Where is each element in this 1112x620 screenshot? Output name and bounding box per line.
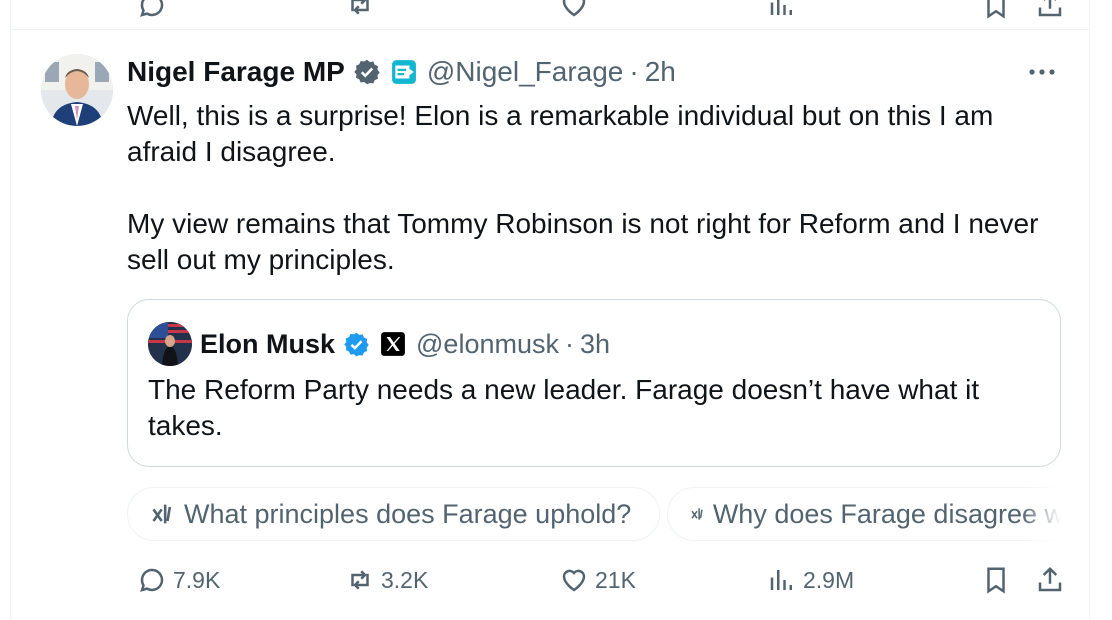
chip-fade [1021,487,1061,543]
quoted-author-name[interactable]: Elon Musk [200,329,335,360]
verified-badge-icon[interactable] [353,58,381,86]
grok-icon [691,508,703,520]
quoted-author-handle[interactable]: @elonmusk [416,329,559,360]
reply-icon [140,568,164,592]
bookmark-icon[interactable] [981,0,1011,20]
quoted-tweet-text: The Reform Party needs a new leader. Far… [148,374,980,441]
share-icon[interactable] [1035,0,1065,20]
tweet-paragraph: Well, this is a surprise! Elon is a rema… [127,100,994,167]
tweet-time[interactable]: 2h [645,56,676,88]
grok-suggestion-chips: What principles does Farage uphold? Why … [127,487,1061,543]
bookmark-icon [987,567,1005,594]
grok-chip-label: Why does Farage disagree w [712,498,1061,529]
repost-button[interactable]: 3.2K [345,560,428,600]
like-icon[interactable] [559,0,589,20]
repost-count: 3.2K [381,566,429,593]
views-button[interactable]: 2.9M [767,560,854,600]
author-handle[interactable]: @Nigel_Farage [427,56,624,88]
bookmark-button[interactable] [981,560,1011,600]
grok-chip[interactable]: Why does Farage disagree w [667,487,1061,541]
separator-dot: · [629,56,639,87]
verified-badge-icon[interactable] [343,331,370,358]
reply-count: 7.9K [173,566,221,593]
like-count: 21K [595,566,636,593]
share-button[interactable] [1035,560,1065,600]
like-icon [562,569,586,592]
views-icon[interactable] [767,0,797,20]
tweet-header: Nigel Farage MP @Nigel_Farage · 2h [127,54,676,90]
repost-icon[interactable] [345,0,375,20]
reply-button[interactable]: 7.9K [137,560,220,600]
share-icon [1038,566,1062,592]
grok-chip-label: What principles does Farage uphold? [184,498,632,529]
separator-dot: · [564,328,574,359]
tweet-paragraph: My view remains that Tommy Robinson is n… [127,208,1039,275]
x-logo-icon[interactable] [380,331,406,357]
reply-icon[interactable] [137,0,167,20]
reform-uk-affiliate-icon[interactable] [391,59,417,85]
quoted-tweet-time[interactable]: 3h [580,329,610,360]
author-avatar[interactable] [41,54,113,126]
like-button[interactable]: 21K [559,560,636,600]
previous-tweet-action-bar [11,0,1089,30]
grok-icon [152,504,172,524]
quoted-tweet[interactable]: Elon Musk @elonmusk · 3h The Reform Part… [127,299,1061,467]
grok-chip[interactable]: What principles does Farage uphold? [127,487,660,541]
views-count: 2.9M [803,566,855,593]
tweet-action-bar: 7.9K 3.2K 21K 2.9M [127,560,1071,600]
quoted-author-avatar[interactable] [148,322,192,366]
more-icon[interactable] [1027,62,1057,82]
repost-icon [351,570,369,590]
author-name[interactable]: Nigel Farage MP [127,56,345,88]
tweet-card[interactable]: Nigel Farage MP @Nigel_Farage · 2h Well,… [10,0,1090,620]
tweet-text: Well, this is a surprise! Elon is a rema… [127,98,1067,278]
views-icon [770,570,792,590]
quoted-tweet-header: Elon Musk @elonmusk · 3h [148,322,610,366]
